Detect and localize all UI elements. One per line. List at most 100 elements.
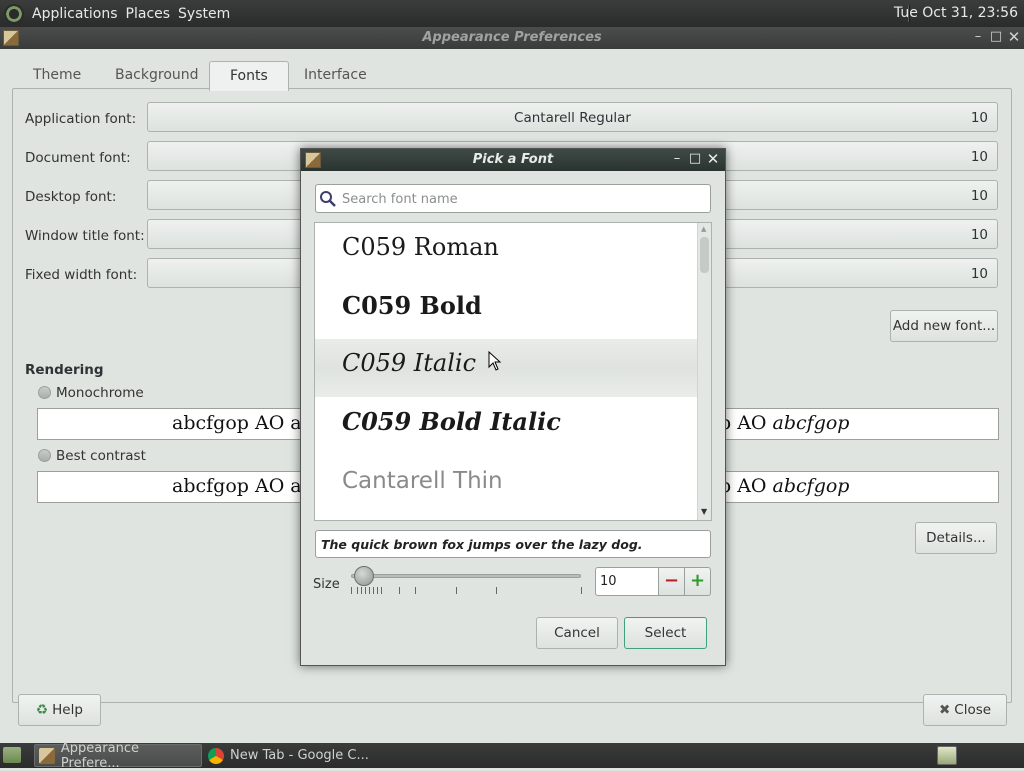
window-titlebar[interactable]: Appearance Preferences – □ ✕ — [0, 27, 1024, 49]
slider-tick — [381, 587, 382, 594]
font-item-c059-italic[interactable]: C059 Italic — [315, 339, 699, 397]
menu-system[interactable]: System — [176, 6, 236, 22]
slider-tick — [373, 587, 374, 594]
taskbar: Appearance Prefere... New Tab - Google C… — [0, 741, 1024, 771]
scrollbar-thumb[interactable] — [700, 237, 709, 273]
show-desktop-icon[interactable] — [3, 747, 21, 763]
slider-tick — [361, 587, 362, 594]
font-item-c059-roman[interactable]: C059 Roman — [315, 223, 699, 281]
font-preview-text[interactable]: The quick brown fox jumps over the lazy … — [315, 530, 711, 558]
font-item-c059-bold[interactable]: C059 Bold — [315, 281, 699, 339]
font-item-label: Cantarell Thin — [342, 468, 503, 494]
preview-sample-right: p AO abcfgop — [719, 475, 850, 497]
slider-knob[interactable] — [354, 566, 374, 586]
font-size: 10 — [970, 188, 988, 204]
pick-a-font-dialog: Pick a Font – □ ✕ C059 Roman C059 Bold C… — [300, 148, 726, 666]
window-title: Appearance Preferences — [422, 30, 602, 45]
tab-theme[interactable]: Theme — [13, 61, 101, 89]
select-button[interactable]: Select — [624, 617, 707, 649]
document-font-label: Document font: — [25, 150, 131, 166]
mouse-cursor-icon — [488, 351, 502, 371]
application-font-button[interactable]: Cantarell Regular 10 — [147, 102, 998, 132]
font-size: 10 — [970, 266, 988, 282]
font-search-field[interactable] — [315, 184, 711, 213]
menu-applications[interactable]: Applications — [30, 6, 124, 22]
size-spinner[interactable]: − + — [595, 567, 713, 596]
add-new-font-button[interactable]: Add new font... — [890, 310, 998, 342]
dialog-title: Pick a Font — [472, 152, 554, 167]
chrome-icon — [208, 747, 224, 764]
decrease-size-button[interactable]: − — [658, 567, 685, 596]
slider-tick — [496, 587, 497, 594]
monochrome-label[interactable]: Monochrome — [56, 385, 144, 401]
font-item-label: C059 Bold — [342, 291, 482, 320]
slider-tick — [377, 587, 378, 594]
help-icon: ♻ — [36, 702, 49, 718]
distro-logo-icon[interactable] — [4, 3, 24, 24]
font-list[interactable]: C059 Roman C059 Bold C059 Italic C059 Bo… — [314, 222, 712, 521]
preview-sample-left: abcfgop AO a — [172, 412, 302, 434]
best-contrast-radio[interactable] — [38, 449, 51, 462]
rendering-title: Rendering — [25, 362, 104, 378]
increase-size-button[interactable]: + — [684, 567, 711, 596]
appearance-task-icon — [39, 747, 55, 764]
close-icon[interactable]: ✕ — [1006, 29, 1022, 45]
dialog-titlebar[interactable]: Pick a Font – □ ✕ — [301, 149, 725, 171]
font-item-c059-bold-italic[interactable]: C059 Bold Italic — [315, 397, 699, 455]
close-label: Close — [954, 702, 992, 718]
preview-sample-right: p AO abcfgop — [719, 412, 850, 434]
task-appearance-preferences[interactable]: Appearance Prefere... — [34, 741, 202, 771]
window-title-font-label: Window title font: — [25, 228, 145, 244]
slider-track[interactable] — [351, 574, 581, 578]
monochrome-radio[interactable] — [38, 386, 51, 399]
details-button[interactable]: Details... — [915, 522, 997, 554]
help-button[interactable]: ♻ Help — [18, 694, 101, 726]
slider-tick — [456, 587, 457, 594]
task-google-chrome[interactable]: New Tab - Google C... — [204, 744, 374, 767]
tab-interface[interactable]: Interface — [284, 61, 387, 89]
slider-tick — [399, 587, 400, 594]
application-font-label: Application font: — [25, 111, 137, 127]
font-item-cantarell-thin[interactable]: Cantarell Thin — [315, 455, 699, 513]
font-item-label: C059 Italic — [342, 349, 477, 377]
close-x-icon: ✖ — [938, 702, 951, 718]
font-list-scrollbar[interactable]: ▲ ▼ — [697, 223, 711, 520]
search-icon — [320, 191, 336, 207]
font-name: Cantarell Regular — [514, 110, 631, 126]
fixed-width-font-label: Fixed width font: — [25, 267, 138, 283]
workspace-switcher-icon[interactable] — [937, 746, 957, 765]
desktop-font-label: Desktop font: — [25, 189, 117, 205]
slider-tick — [581, 587, 582, 594]
font-size: 10 — [970, 227, 988, 243]
font-size: 10 — [970, 149, 988, 165]
dialog-minimize-icon[interactable]: – — [669, 151, 685, 167]
size-label: Size — [313, 577, 340, 592]
minimize-icon[interactable]: – — [970, 29, 986, 45]
search-input[interactable] — [340, 189, 700, 209]
preview-sample-left: abcfgop AO a — [172, 475, 302, 497]
best-contrast-label[interactable]: Best contrast — [56, 448, 146, 464]
task-label: New Tab - Google C... — [230, 748, 369, 763]
scroll-down-icon[interactable]: ▼ — [701, 507, 707, 516]
help-label: Help — [52, 702, 83, 718]
size-input[interactable] — [595, 567, 659, 596]
slider-tick — [415, 587, 416, 594]
slider-tick — [357, 587, 358, 594]
clock[interactable]: Tue Oct 31, 23:56 — [894, 5, 1018, 21]
font-size: 10 — [970, 110, 988, 126]
size-slider[interactable] — [351, 565, 583, 595]
cancel-button[interactable]: Cancel — [536, 617, 618, 649]
tab-fonts[interactable]: Fonts — [209, 61, 289, 91]
task-label: Appearance Prefere... — [60, 740, 139, 771]
top-panel: Applications Places System Tue Oct 31, 2… — [0, 0, 1024, 27]
slider-tick — [369, 587, 370, 594]
close-button[interactable]: ✖ Close — [923, 694, 1007, 726]
maximize-icon[interactable]: □ — [988, 29, 1004, 45]
font-item-label: C059 Roman — [342, 233, 499, 261]
scroll-up-icon[interactable]: ▲ — [701, 225, 706, 233]
menu-places[interactable]: Places — [124, 6, 177, 22]
tab-background[interactable]: Background — [95, 61, 219, 89]
dialog-maximize-icon[interactable]: □ — [687, 151, 703, 167]
font-item-label: C059 Bold Italic — [342, 407, 561, 436]
dialog-close-icon[interactable]: ✕ — [705, 151, 721, 167]
